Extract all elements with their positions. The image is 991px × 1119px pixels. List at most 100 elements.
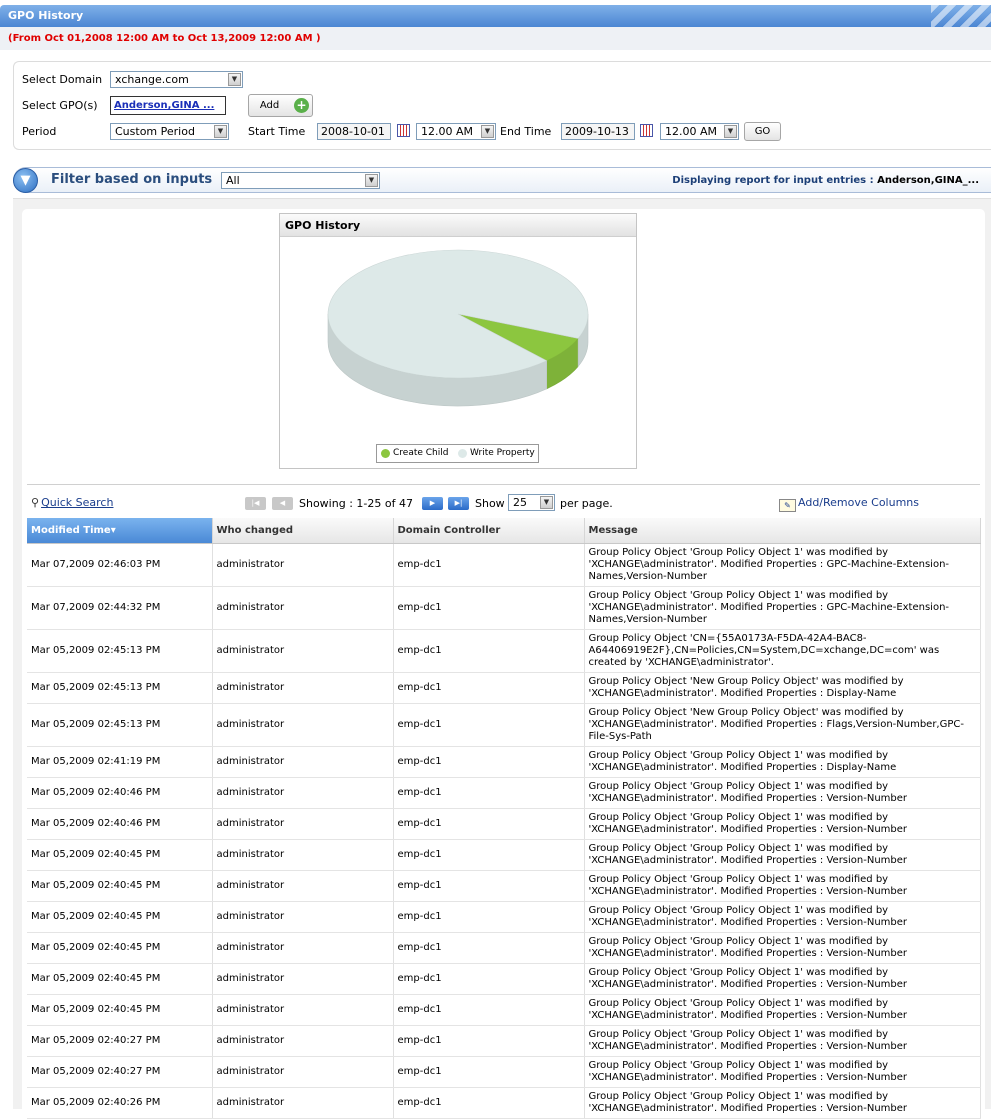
domain-select[interactable]: xchange.com ▼ xyxy=(110,71,243,88)
column-header-modified-time[interactable]: Modified Time▾ xyxy=(27,518,213,544)
cell-message: Group Policy Object 'Group Policy Object… xyxy=(584,839,981,871)
header-label: Modified Time xyxy=(31,524,111,536)
cell-domain-controller: emp-dc1 xyxy=(393,586,585,630)
cell-who-changed: administrator xyxy=(212,703,394,747)
gpo-label: Select GPO(s) xyxy=(22,99,98,112)
table-row[interactable]: Mar 05,2009 02:40:46 PM administrator emp-… xyxy=(27,777,981,809)
cell-who-changed: administrator xyxy=(212,1025,394,1057)
start-time-value: 12.00 AM xyxy=(421,125,474,138)
calendar-icon[interactable] xyxy=(640,124,653,137)
start-time-select[interactable]: 12.00 AM ▼ xyxy=(416,123,496,140)
period-select-value: Custom Period xyxy=(115,125,195,138)
column-header-domain-controller[interactable]: Domain Controller xyxy=(393,518,585,544)
cell-modified-time: Mar 05,2009 02:45:13 PM xyxy=(27,672,213,704)
legend-create-child-swatch xyxy=(381,449,390,458)
cell-who-changed: administrator xyxy=(212,963,394,995)
cell-message: Group Policy Object 'Group Policy Object… xyxy=(584,901,981,933)
table-row[interactable]: Mar 07,2009 02:44:32 PM administrator emp-… xyxy=(27,586,981,630)
add-remove-label: Add/Remove Columns xyxy=(798,496,919,509)
period-label: Period xyxy=(22,125,57,138)
cell-domain-controller: emp-dc1 xyxy=(393,901,585,933)
legend-create-child[interactable]: Create Child xyxy=(393,445,448,462)
table-row[interactable]: Mar 07,2009 02:46:03 PM administrator emp-… xyxy=(27,543,981,587)
add-gpo-button[interactable]: Add + xyxy=(248,94,313,117)
period-select[interactable]: Custom Period ▼ xyxy=(110,123,229,140)
chevron-down-icon: ▼ xyxy=(540,496,553,509)
gpo-selected-link[interactable]: Anderson,GINA ... xyxy=(110,96,226,115)
table-row[interactable]: Mar 05,2009 02:40:46 PM administrator emp-… xyxy=(27,808,981,840)
cell-domain-controller: emp-dc1 xyxy=(393,543,585,587)
table-row[interactable]: Mar 05,2009 02:40:45 PM administrator emp-… xyxy=(27,932,981,964)
input-panel: Select Domain xchange.com ▼ Select GPO(s… xyxy=(13,61,991,150)
calendar-icon[interactable] xyxy=(397,124,410,137)
cell-domain-controller: emp-dc1 xyxy=(393,1025,585,1057)
table-row[interactable]: Mar 05,2009 02:40:45 PM administrator emp-… xyxy=(27,994,981,1026)
cell-message: Group Policy Object 'Group Policy Object… xyxy=(584,808,981,840)
cell-domain-controller: emp-dc1 xyxy=(393,1087,585,1119)
title-decoration xyxy=(931,5,991,27)
cell-modified-time: Mar 05,2009 02:40:26 PM xyxy=(27,1087,213,1119)
search-icon: ⚲ xyxy=(31,496,40,509)
table-row[interactable]: Mar 05,2009 02:40:27 PM administrator emp-… xyxy=(27,1025,981,1057)
cell-message: Group Policy Object 'Group Policy Object… xyxy=(584,1025,981,1057)
first-page-icon[interactable]: |◀ xyxy=(245,497,266,510)
cell-who-changed: administrator xyxy=(212,932,394,964)
filter-funnel-icon: ▼ xyxy=(13,168,38,193)
prev-page-icon[interactable]: ◀ xyxy=(272,497,293,510)
domain-select-value: xchange.com xyxy=(115,73,189,86)
cell-message: Group Policy Object 'Group Policy Object… xyxy=(584,932,981,964)
table-row[interactable]: Mar 05,2009 02:40:45 PM administrator emp-… xyxy=(27,963,981,995)
cell-who-changed: administrator xyxy=(212,746,394,778)
table-row[interactable]: Mar 05,2009 02:45:13 PM administrator emp-… xyxy=(27,672,981,704)
end-date-input[interactable]: 2009-10-13 xyxy=(561,123,635,140)
cell-modified-time: Mar 05,2009 02:40:45 PM xyxy=(27,994,213,1026)
next-page-icon[interactable]: ▶ xyxy=(422,497,443,510)
table-row[interactable]: Mar 05,2009 02:45:13 PM administrator emp-… xyxy=(27,703,981,747)
table-row[interactable]: Mar 05,2009 02:40:45 PM administrator emp-… xyxy=(27,901,981,933)
cell-domain-controller: emp-dc1 xyxy=(393,932,585,964)
cell-who-changed: administrator xyxy=(212,808,394,840)
table-body: Mar 07,2009 02:46:03 PM administrator emp-… xyxy=(27,543,981,1119)
show-label: Show xyxy=(475,497,505,510)
table-row[interactable]: Mar 05,2009 02:41:19 PM administrator emp-… xyxy=(27,746,981,778)
column-header-message[interactable]: Message xyxy=(584,518,981,544)
cell-who-changed: administrator xyxy=(212,1087,394,1119)
last-page-icon[interactable]: ▶| xyxy=(448,497,469,510)
cell-message: Group Policy Object 'Group Policy Object… xyxy=(584,1056,981,1088)
go-button[interactable]: GO xyxy=(744,122,781,141)
table-row[interactable]: Mar 05,2009 02:40:27 PM administrator emp-… xyxy=(27,1056,981,1088)
cell-who-changed: administrator xyxy=(212,901,394,933)
filter-select-value: All xyxy=(226,174,240,187)
cell-who-changed: administrator xyxy=(212,870,394,902)
table-row[interactable]: Mar 05,2009 02:40:45 PM administrator emp-… xyxy=(27,839,981,871)
table-row[interactable]: Mar 05,2009 02:40:45 PM administrator emp-… xyxy=(27,870,981,902)
start-date-input[interactable]: 2008-10-01 xyxy=(317,123,391,140)
cell-message: Group Policy Object 'Group Policy Object… xyxy=(584,543,981,587)
filter-title: Filter based on inputs xyxy=(51,172,213,187)
add-button-label: Add xyxy=(259,100,280,111)
cell-domain-controller: emp-dc1 xyxy=(393,870,585,902)
cell-domain-controller: emp-dc1 xyxy=(393,746,585,778)
date-range-text: (From Oct 01,2008 12:00 AM to Oct 13,200… xyxy=(0,27,991,50)
cell-domain-controller: emp-dc1 xyxy=(393,672,585,704)
cell-domain-controller: emp-dc1 xyxy=(393,703,585,747)
chart-legend: Create Child Write Property xyxy=(376,444,539,463)
window-title: GPO History xyxy=(8,9,84,22)
cell-message: Group Policy Object 'Group Policy Object… xyxy=(584,746,981,778)
cell-who-changed: administrator xyxy=(212,672,394,704)
column-header-who-changed[interactable]: Who changed xyxy=(212,518,394,544)
per-page-select[interactable]: 25 ▼ xyxy=(508,494,555,511)
quick-search-link[interactable]: ⚲ Quick Search xyxy=(31,496,113,509)
add-remove-columns-link[interactable]: ✎ Add/Remove Columns xyxy=(779,496,919,512)
filter-select[interactable]: All ▼ xyxy=(221,172,380,189)
cell-modified-time: Mar 07,2009 02:44:32 PM xyxy=(27,586,213,630)
table-row[interactable]: Mar 05,2009 02:45:13 PM administrator emp-… xyxy=(27,629,981,673)
table-row[interactable]: Mar 05,2009 02:40:26 PM administrator emp-… xyxy=(27,1087,981,1119)
legend-write-property-swatch xyxy=(458,449,467,458)
pie-chart xyxy=(327,249,589,407)
cell-modified-time: Mar 05,2009 02:40:27 PM xyxy=(27,1056,213,1088)
cell-message: Group Policy Object 'Group Policy Object… xyxy=(584,870,981,902)
sort-desc-icon: ▾ xyxy=(110,524,116,536)
end-time-select[interactable]: 12.00 AM ▼ xyxy=(660,123,739,140)
legend-write-property[interactable]: Write Property xyxy=(470,445,535,462)
